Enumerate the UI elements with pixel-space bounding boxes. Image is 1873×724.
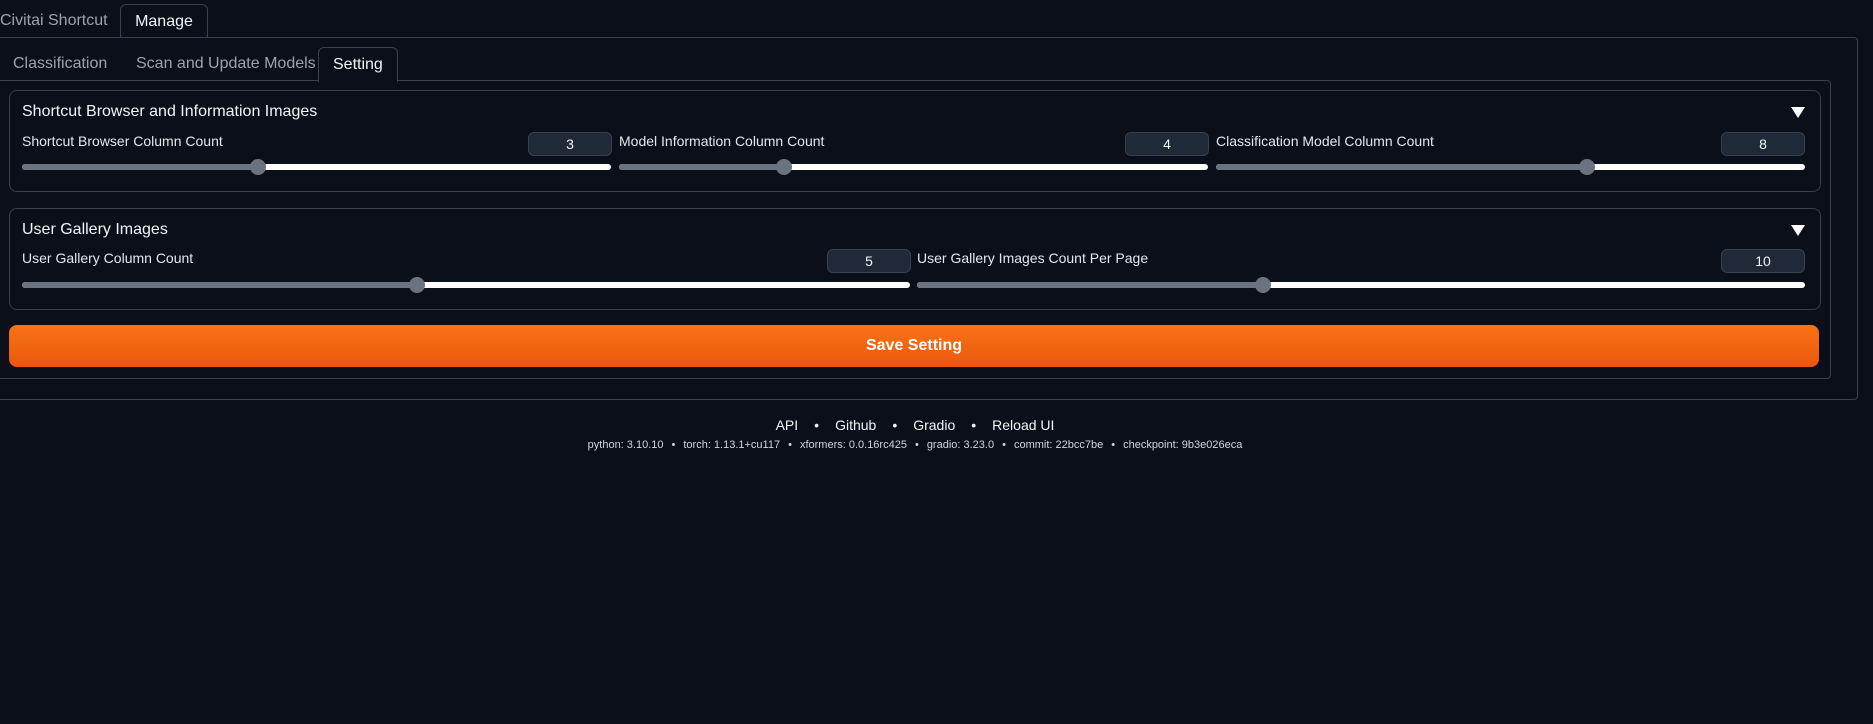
- panel-title[interactable]: User Gallery Images: [22, 221, 168, 239]
- user-gallery-column-count-input[interactable]: 5: [827, 249, 911, 273]
- version-info: python: 3.10.10 • torch: 1.13.1+cu117 • xfor…: [0, 439, 1830, 451]
- version-separator: •: [1002, 439, 1006, 451]
- version-separator: •: [914, 439, 919, 451]
- panel-title[interactable]: Shortcut Browser and Information Images: [22, 103, 317, 121]
- slider-label: User Gallery Column Count: [22, 250, 194, 266]
- version-separator: •: [1111, 439, 1116, 451]
- classification-model-column-count-slider[interactable]: [1216, 159, 1805, 175]
- version-gradio: gradio: 3.23.0: [926, 439, 995, 451]
- footer-separator: •: [814, 417, 820, 433]
- triangle-down-icon[interactable]: [1791, 107, 1805, 118]
- version-commit: commit: 22bcc7be: [1013, 439, 1104, 451]
- tab-civitai-shortcut[interactable]: Civitai Shortcut: [0, 12, 108, 37]
- triangle-down-icon[interactable]: [1791, 225, 1805, 236]
- footer-links: API • Github • Gradio • Reload UI: [0, 417, 1830, 433]
- user-gallery-images-count-per-page-input[interactable]: 10: [1721, 249, 1805, 273]
- tab-setting[interactable]: Setting: [318, 47, 398, 82]
- slider-label: Model Information Column Count: [619, 133, 825, 149]
- user-gallery-column-count-slider[interactable]: [22, 277, 910, 293]
- version-separator: •: [788, 439, 792, 451]
- classification-model-column-count-input[interactable]: 8: [1721, 132, 1805, 156]
- footer-link-github[interactable]: Github: [835, 417, 876, 433]
- model-information-column-count-input[interactable]: 4: [1125, 132, 1209, 156]
- footer-separator: •: [892, 417, 898, 433]
- footer-separator: •: [971, 417, 977, 433]
- slider-label: User Gallery Images Count Per Page: [917, 250, 1149, 266]
- version-torch: torch: 1.13.1+cu117: [683, 439, 781, 451]
- slider-label: Classification Model Column Count: [1216, 133, 1434, 149]
- save-setting-button[interactable]: Save Setting: [9, 325, 1819, 367]
- model-information-column-count-slider[interactable]: [619, 159, 1208, 175]
- tab-manage[interactable]: Manage: [120, 4, 208, 38]
- footer-link-reload-ui[interactable]: Reload UI: [992, 417, 1054, 433]
- tab-classification[interactable]: Classification: [13, 55, 107, 73]
- shortcut-browser-column-count-slider[interactable]: [22, 159, 611, 175]
- version-separator: •: [671, 439, 676, 451]
- version-xformers: xformers: 0.0.16rc425: [799, 439, 907, 451]
- shortcut-browser-column-count-input[interactable]: 3: [528, 132, 612, 156]
- footer-link-gradio[interactable]: Gradio: [913, 417, 955, 433]
- slider-label: Shortcut Browser Column Count: [22, 133, 223, 149]
- slider-thumb[interactable]: [1579, 159, 1596, 175]
- slider-thumb[interactable]: [775, 159, 792, 175]
- slider-thumb[interactable]: [249, 159, 266, 175]
- version-checkpoint: checkpoint: 9b3e026eca: [1123, 439, 1243, 451]
- footer-link-api[interactable]: API: [776, 417, 799, 433]
- user-gallery-panel: [9, 208, 1821, 310]
- user-gallery-images-count-per-page-slider[interactable]: [917, 277, 1805, 293]
- version-python: python: 3.10.10: [587, 439, 664, 451]
- tab-scan-and-update-models[interactable]: Scan and Update Models: [136, 55, 316, 73]
